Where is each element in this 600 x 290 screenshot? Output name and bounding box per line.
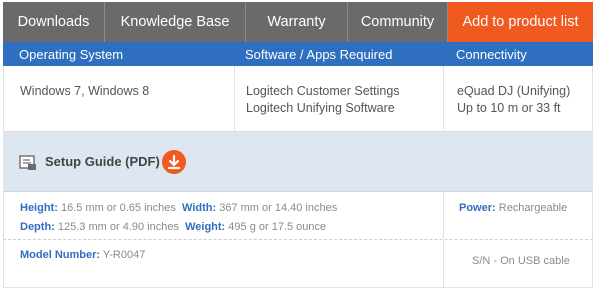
product-tabs: Downloads Knowledge Base Warranty Commun… bbox=[3, 2, 593, 42]
os-heading: Operating System bbox=[19, 47, 124, 62]
weight-label: Weight: bbox=[185, 221, 226, 233]
power-line: Power: Rechargeable bbox=[459, 202, 567, 214]
tab-community[interactable]: Community bbox=[348, 2, 448, 42]
product-spec-panel: Downloads Knowledge Base Warranty Commun… bbox=[3, 2, 593, 288]
tab-knowledge-base[interactable]: Knowledge Base bbox=[105, 2, 246, 42]
weight-value: 495 g or 17.5 ounce bbox=[228, 221, 327, 233]
power-label: Power: bbox=[459, 202, 496, 214]
setup-guide-band: Setup Guide (PDF) bbox=[3, 132, 593, 192]
depth-label: Depth: bbox=[20, 221, 55, 233]
height-width-line: Height: 16.5 mm or 0.65 inches Width: 36… bbox=[20, 202, 337, 214]
column-divider bbox=[443, 192, 444, 239]
tab-warranty[interactable]: Warranty bbox=[246, 2, 348, 42]
serial-number-note: S/N - On USB cable bbox=[472, 255, 570, 267]
software-list: Logitech Customer Settings Logitech Unif… bbox=[246, 83, 400, 117]
os-value: Windows 7, Windows 8 bbox=[20, 84, 150, 98]
software-item: Logitech Customer Settings bbox=[246, 84, 400, 98]
setup-guide-link[interactable]: Setup Guide (PDF) bbox=[45, 154, 160, 169]
power-value: Rechargeable bbox=[498, 202, 568, 214]
height-label: Height: bbox=[20, 202, 58, 214]
column-divider bbox=[443, 66, 444, 131]
software-heading: Software / Apps Required bbox=[245, 47, 393, 62]
model-number-value: Y-R0047 bbox=[102, 249, 146, 261]
model-number-line: Model Number: Y-R0047 bbox=[20, 249, 145, 261]
connectivity-item: eQuad DJ (Unifying) bbox=[457, 84, 571, 98]
software-item: Logitech Unifying Software bbox=[246, 101, 395, 115]
column-divider bbox=[234, 66, 235, 131]
connectivity-list: eQuad DJ (Unifying) Up to 10 m or 33 ft bbox=[457, 83, 570, 117]
depth-value: 125.3 mm or 4.90 inches bbox=[57, 221, 179, 233]
tab-downloads[interactable]: Downloads bbox=[3, 2, 105, 42]
spec-header: Operating System Software / Apps Require… bbox=[3, 42, 593, 66]
compatibility-row: Windows 7, Windows 8 Logitech Customer S… bbox=[3, 66, 593, 132]
connectivity-item: Up to 10 m or 33 ft bbox=[457, 101, 561, 115]
width-label: Width: bbox=[182, 202, 217, 214]
height-value: 16.5 mm or 0.65 inches bbox=[60, 202, 176, 214]
depth-weight-line: Depth: 125.3 mm or 4.90 inches Weight: 4… bbox=[20, 221, 326, 233]
add-to-product-list-button[interactable]: Add to product list bbox=[448, 2, 593, 42]
width-value: 367 mm or 14.40 inches bbox=[219, 202, 338, 214]
download-icon[interactable] bbox=[162, 150, 186, 174]
dimensions-row: Height: 16.5 mm or 0.65 inches Width: 36… bbox=[3, 192, 593, 240]
document-icon bbox=[19, 155, 37, 176]
model-number-label: Model Number: bbox=[20, 249, 101, 261]
column-divider bbox=[443, 240, 444, 287]
model-row: Model Number: Y-R0047 S/N - On USB cable bbox=[3, 240, 593, 288]
connectivity-heading: Connectivity bbox=[456, 47, 527, 62]
